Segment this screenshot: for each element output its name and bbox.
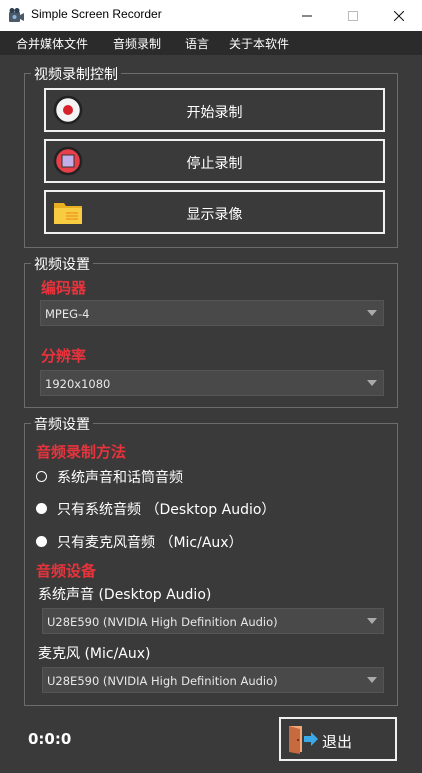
radio-system-and-mic-label: 系统声音和话筒音频 (57, 470, 183, 486)
mic-select[interactable]: U28E590 (NVIDIA High Definition Audio) (42, 667, 384, 693)
window-title: Simple Screen Recorder (31, 7, 162, 21)
resolution-label: 分辨率 (41, 347, 87, 365)
resolution-value: 1920x1080 (45, 377, 111, 391)
audio-method-label: 音频录制方法 (36, 443, 127, 461)
maximize-icon (348, 10, 358, 21)
encoder-label: 编码器 (41, 279, 87, 297)
menu-bar: 合并媒体文件 音频录制 语言 关于本软件 (0, 31, 422, 55)
app-camera-icon (9, 8, 24, 22)
radio-system-only-label: 只有系统音频 （Desktop Audio） (57, 502, 276, 518)
maximize-button[interactable] (330, 0, 376, 31)
stop-record-label: 停止录制 (186, 156, 243, 172)
chevron-down-icon (367, 618, 377, 624)
menu-audio-record[interactable]: 音频录制 (113, 35, 161, 52)
mic-value: U28E590 (NVIDIA High Definition Audio) (47, 674, 278, 688)
recording-timer: 0:0:0 (28, 730, 72, 748)
chevron-down-icon (367, 310, 377, 316)
exit-button[interactable]: 退出 (279, 717, 397, 761)
system-sound-label: 系统声音 (Desktop Audio) (38, 587, 212, 603)
radio-button-icon (36, 536, 47, 547)
show-recordings-button[interactable]: 显示录像 (44, 190, 385, 234)
close-button[interactable] (376, 0, 422, 31)
radio-mic-only-label: 只有麦克风音频 （Mic/Aux） (57, 535, 243, 551)
exit-door-icon (289, 726, 318, 754)
exit-label: 退出 (322, 733, 353, 751)
audio-device-label: 音频设备 (36, 562, 97, 580)
minimize-button[interactable] (284, 0, 330, 31)
radio-button-icon (36, 471, 47, 482)
close-icon (394, 10, 404, 21)
radio-button-icon (36, 503, 47, 514)
menu-about[interactable]: 关于本软件 (229, 35, 289, 52)
minimize-icon (302, 15, 312, 16)
mic-label: 麦克风 (Mic/Aux) (38, 646, 151, 662)
chevron-down-icon (367, 677, 377, 683)
menu-language[interactable]: 语言 (185, 35, 209, 52)
resolution-select[interactable]: 1920x1080 (40, 370, 384, 396)
stop-record-button[interactable]: 停止录制 (44, 139, 385, 183)
menu-merge-media[interactable]: 合并媒体文件 (16, 35, 88, 52)
audio-settings-title: 音频设置 (31, 414, 93, 434)
video-settings-title: 视频设置 (31, 254, 93, 274)
show-recordings-label: 显示录像 (186, 207, 243, 223)
start-record-label: 开始录制 (186, 105, 243, 121)
start-record-button[interactable]: 开始录制 (44, 88, 385, 132)
record-control-title: 视频录制控制 (31, 64, 121, 84)
chevron-down-icon (367, 380, 377, 386)
system-sound-value: U28E590 (NVIDIA High Definition Audio) (47, 615, 278, 629)
title-bar: Simple Screen Recorder (0, 0, 422, 31)
encoder-value: MPEG-4 (45, 307, 90, 321)
system-sound-select[interactable]: U28E590 (NVIDIA High Definition Audio) (42, 608, 384, 634)
encoder-select[interactable]: MPEG-4 (40, 300, 384, 326)
